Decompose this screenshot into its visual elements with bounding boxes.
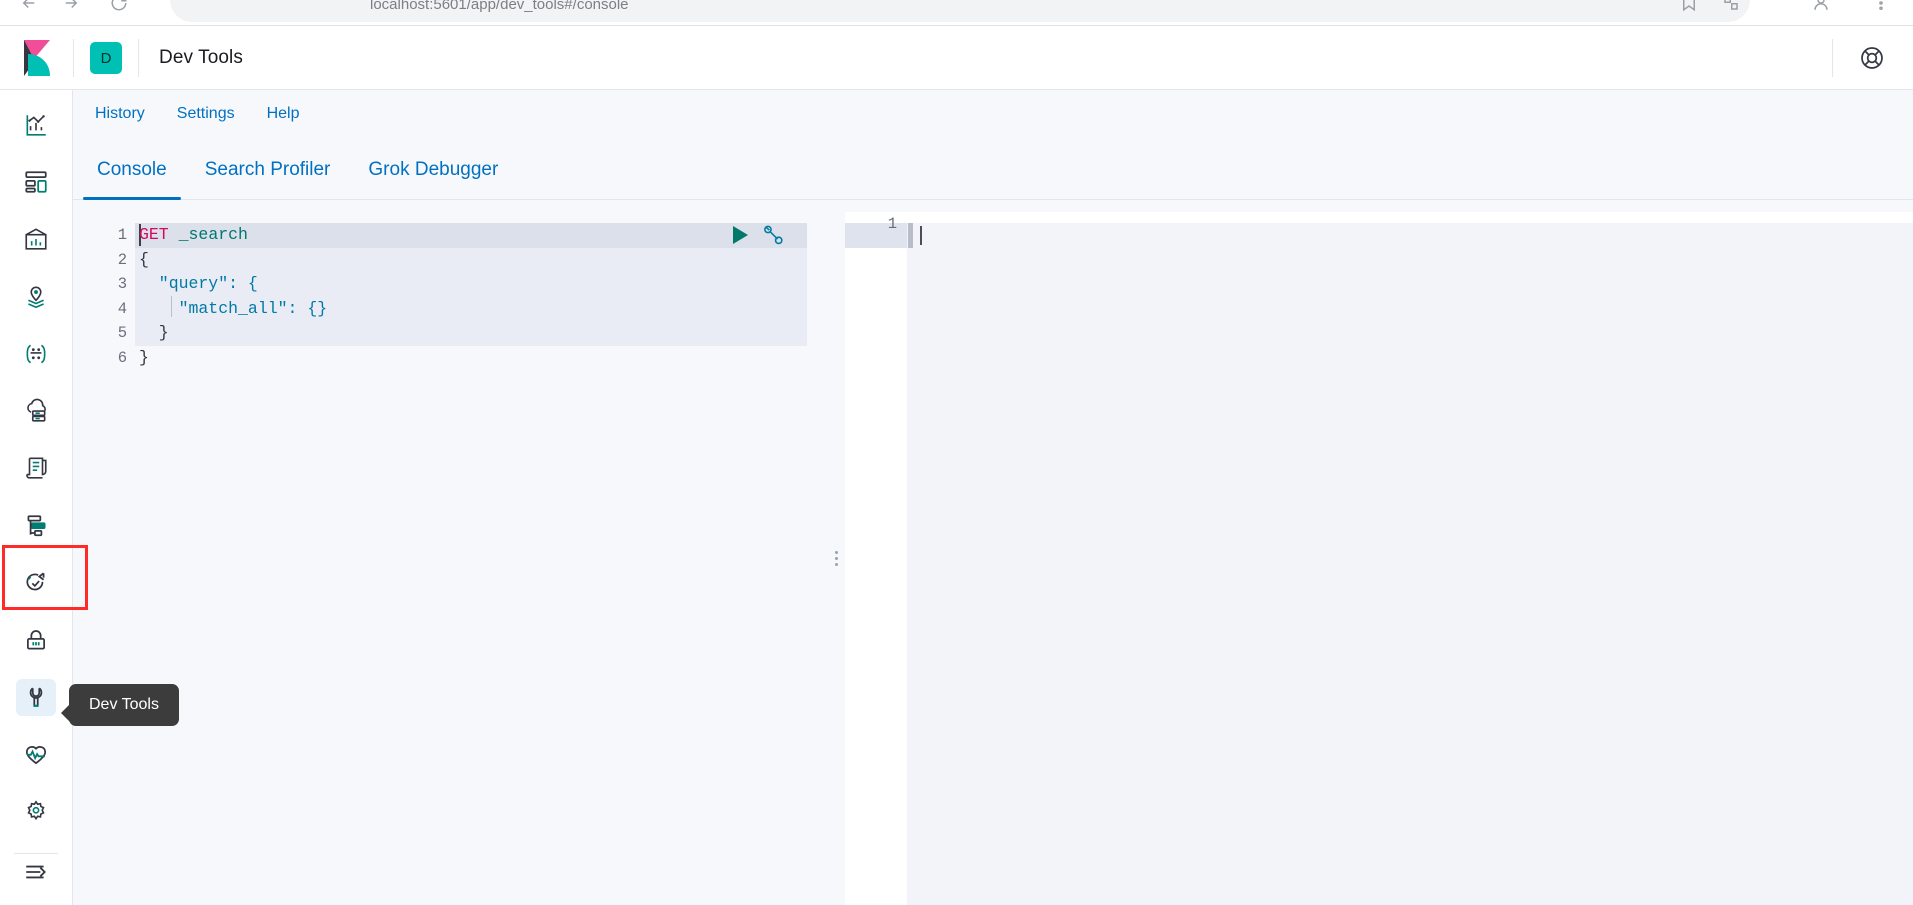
apm-trace-icon [27, 515, 46, 536]
console-split-view: 1 2 3 4 5 6 GET _search {"query": {"ma… [73, 200, 1913, 905]
request-action-icons [733, 222, 827, 248]
header-actions [1832, 27, 1913, 90]
browser-chrome-strip: localhost:5601/app/dev_tools#/console [0, 0, 1913, 26]
sidebar-item-canvas[interactable] [16, 221, 56, 258]
sidebar-item-stack-monitoring[interactable] [16, 736, 56, 773]
dev-tools-tabs: Console Search Profiler Grok Debugger [73, 138, 1913, 200]
app-header: D Dev Tools [0, 27, 1913, 90]
gutter-line-1: 1 [117, 226, 127, 244]
canvas-frame-icon [25, 228, 47, 250]
nav-tooltip: Dev Tools [61, 684, 179, 726]
http-path-token: _search [168, 225, 248, 244]
browser-reload-icon[interactable] [110, 0, 128, 12]
sidebar-item-dashboards[interactable] [16, 163, 56, 200]
ml-nodes-icon [26, 344, 46, 364]
browser-extensions-icon[interactable] [1722, 0, 1740, 12]
topnav-link-settings[interactable]: Settings [165, 99, 247, 129]
response-body[interactable] [907, 223, 1913, 905]
kibana-logo-cell[interactable] [0, 27, 73, 90]
kibana-logo-icon [23, 40, 50, 76]
tab-search-profiler[interactable]: Search Profiler [191, 159, 345, 199]
request-actions-wrench-icon[interactable] [762, 224, 784, 246]
browser-menu-icon[interactable] [1872, 0, 1890, 12]
response-caret-column [908, 223, 913, 248]
request-editor-pane[interactable]: 1 2 3 4 5 6 GET _search {"query": {"ma… [73, 212, 827, 905]
gutter-line-3: 3 [117, 275, 127, 293]
uptime-check-icon [26, 572, 45, 591]
gutter-line-6: 6 [117, 348, 127, 367]
code-line-5: } [139, 323, 169, 342]
sidebar-item-apm[interactable] [16, 507, 56, 544]
gear-icon [27, 800, 45, 821]
primary-navigation-rail [0, 90, 73, 905]
resizer-grip-dots [834, 551, 838, 566]
gutter-line-4: 4 [117, 299, 127, 318]
sidebar-collapse-toggle[interactable] [16, 854, 56, 891]
pane-resizer[interactable] [827, 212, 845, 905]
response-gutter: 1 [845, 212, 907, 905]
code-line-1: GET _search [135, 223, 827, 248]
response-caret [920, 226, 922, 245]
response-gutter-line-1: 1 [887, 215, 897, 233]
cloud-storage-icon [27, 398, 46, 422]
heartbeat-icon [25, 745, 47, 765]
arrow-collapse-icon [26, 866, 46, 879]
send-request-button[interactable] [733, 226, 748, 244]
request-code-area[interactable]: GET _search { "query": { "match_all": {}… [135, 212, 827, 905]
dashboard-layout-icon [25, 171, 47, 193]
wrench-icon [29, 687, 43, 707]
sidebar-item-machine-learning[interactable] [16, 335, 56, 372]
gutter-line-5: 5 [117, 324, 127, 342]
screen-root: localhost:5601/app/dev_tools#/console D [0, 0, 1913, 905]
help-ring-icon[interactable] [1859, 45, 1885, 71]
page-title: Dev Tools [159, 47, 243, 68]
sidebar-item-dev-tools[interactable] [16, 678, 56, 717]
tab-console[interactable]: Console [83, 159, 181, 200]
document-scroll-icon [26, 457, 47, 479]
sidebar-item-logs[interactable] [16, 450, 56, 487]
dev-tools-topnav: History Settings Help [73, 90, 1913, 138]
lock-icon [27, 630, 45, 650]
space-avatar: D [90, 42, 122, 74]
browser-bookmark-icon[interactable] [1680, 0, 1698, 12]
header-divider-3 [1832, 39, 1833, 77]
browser-profile-icon[interactable] [1812, 0, 1830, 12]
analytics-chart-icon [26, 114, 46, 136]
sidebar-item-uptime[interactable] [16, 564, 56, 601]
http-method-token: GET [139, 225, 169, 244]
sidebar-item-enterprise-search[interactable] [16, 392, 56, 429]
request-gutter: 1 2 3 4 5 6 [73, 212, 135, 905]
browser-forward-icon[interactable] [62, 0, 80, 12]
topnav-link-history[interactable]: History [83, 99, 157, 129]
response-editor-pane[interactable]: 1 [845, 212, 1913, 905]
main-content: History Settings Help Console Search Pro… [73, 90, 1913, 905]
sidebar-item-security[interactable] [16, 622, 56, 659]
sidebar-item-analytics-overview[interactable] [16, 106, 56, 143]
code-line-6: } [139, 347, 149, 367]
tab-grok-debugger[interactable]: Grok Debugger [354, 159, 512, 199]
code-line-2: { [139, 249, 149, 269]
browser-address-text: localhost:5601/app/dev_tools#/console [370, 0, 629, 13]
code-line-3: "query": { [139, 274, 258, 293]
map-pin-layers-icon [28, 285, 44, 308]
code-line-4: "match_all": {} [139, 298, 328, 318]
space-selector[interactable]: D [74, 42, 138, 74]
request-code-lines: GET _search { "query": { "match_all": {}… [135, 223, 827, 370]
topnav-link-help[interactable]: Help [255, 99, 312, 129]
sidebar-item-stack-management[interactable] [16, 794, 56, 831]
request-editor[interactable]: 1 2 3 4 5 6 GET _search {"query": {"ma… [73, 212, 827, 905]
gutter-line-2: 2 [117, 250, 127, 269]
browser-back-icon[interactable] [20, 0, 38, 12]
sidebar-item-maps[interactable] [16, 278, 56, 315]
